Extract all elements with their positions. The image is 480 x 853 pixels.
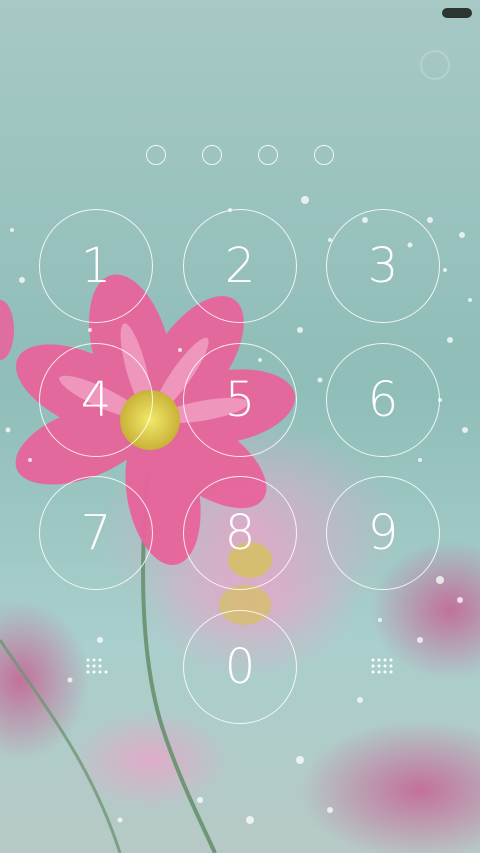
key-3[interactable]: 3 [326,209,440,323]
key-8[interactable]: 8 [183,476,297,590]
key-5[interactable]: 5 [183,343,297,457]
key-0-label: 0 [224,639,256,695]
key-4-label: 4 [80,372,112,428]
key-3-label: 3 [367,238,399,294]
key-5-label: 5 [224,372,256,428]
key-0[interactable]: 0 [183,610,297,724]
battery-icon [442,8,472,18]
right-dots-grid-button[interactable] [352,637,414,699]
passcode-dot [314,145,334,165]
key-4[interactable]: 4 [39,343,153,457]
passcode-dot [146,145,166,165]
key-1-label: 1 [80,238,112,294]
passcode-dot [202,145,222,165]
dots-grid-icon [86,658,108,674]
key-6-label: 6 [367,372,399,428]
key-8-label: 8 [224,505,256,561]
passcode-dots [0,145,480,167]
key-7-label: 7 [80,505,112,561]
passcode-dot [258,145,278,165]
dots-grid-icon [371,658,393,674]
key-2-label: 2 [224,238,256,294]
key-9-label: 9 [367,505,399,561]
key-9[interactable]: 9 [326,476,440,590]
key-1[interactable]: 1 [39,209,153,323]
key-7[interactable]: 7 [39,476,153,590]
key-6[interactable]: 6 [326,343,440,457]
left-dots-grid-button[interactable] [65,637,127,699]
key-2[interactable]: 2 [183,209,297,323]
